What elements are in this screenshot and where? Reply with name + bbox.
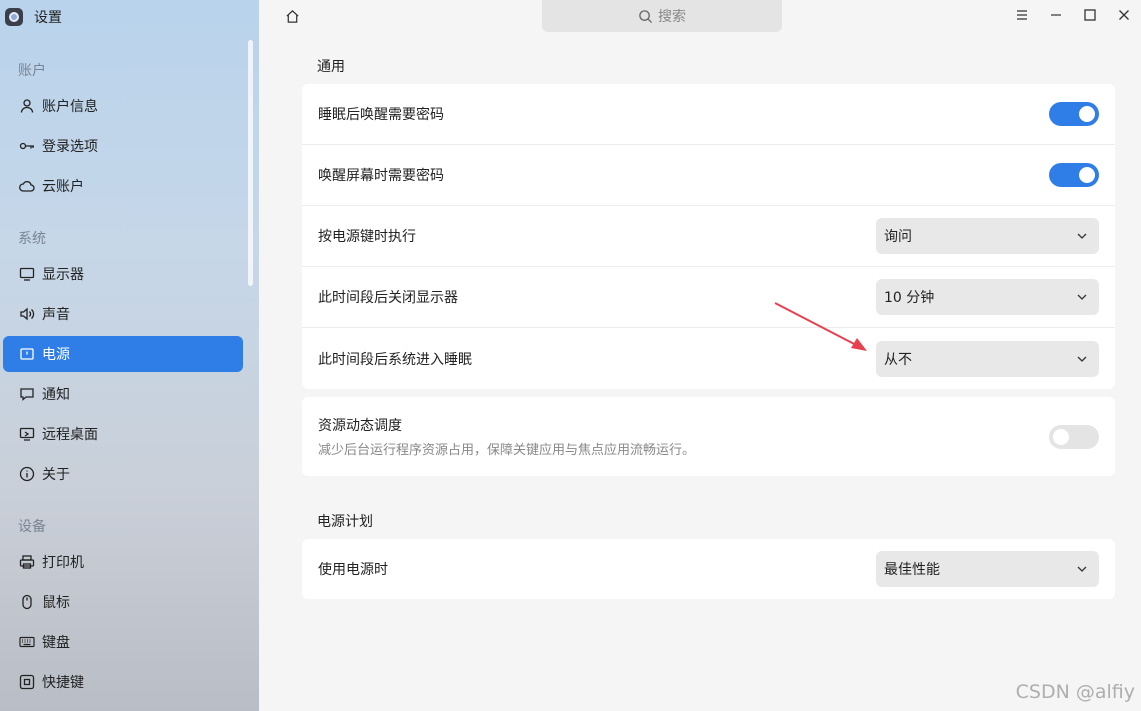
printer-icon (18, 553, 36, 571)
shortcut-icon (18, 673, 36, 691)
sidebar-item-label: 云账户 (42, 179, 84, 195)
settings-app-icon (5, 8, 23, 26)
sidebar-item-printer[interactable]: 打印机 (3, 544, 243, 580)
sidebar-item-sound[interactable]: 声音 (3, 296, 243, 332)
sidebar-item-label: 打印机 (42, 555, 84, 571)
select-value: 最佳性能 (884, 562, 940, 578)
sidebar-item-label: 键盘 (42, 635, 70, 651)
sidebar-item-login-options[interactable]: 登录选项 (3, 128, 243, 164)
setting-label: 睡眠后唤醒需要密码 (318, 107, 444, 123)
power-icon (18, 345, 36, 363)
app-header: 设置 (0, 0, 259, 34)
setting-row-sleep: 此时间段后系统进入睡眠 从不 (302, 328, 1115, 389)
group-title-general: 通用 (317, 59, 345, 75)
maximize-icon (1084, 9, 1096, 21)
chevron-down-icon (1077, 294, 1087, 300)
setting-label: 此时间段后系统进入睡眠 (318, 351, 472, 368)
info-icon (18, 465, 36, 483)
sidebar-item-label: 登录选项 (42, 139, 98, 155)
group-title-power-plan: 电源计划 (317, 514, 373, 530)
menu-button[interactable] (1005, 0, 1039, 30)
sidebar-item-remote-desktop[interactable]: 远程桌面 (3, 416, 243, 452)
setting-label: 唤醒屏幕时需要密码 (318, 168, 444, 184)
sidebar-item-label: 账户信息 (42, 99, 98, 115)
setting-row-power-plan: 使用电源时 最佳性能 (302, 539, 1115, 599)
sidebar: 设置 账户 账户信息 登录选项 云账户 系统 显示器 声音 电源 通知 远程桌面… (0, 0, 259, 711)
setting-label: 按电源键时执行 (318, 229, 416, 245)
setting-label: 此时间段后关闭显示器 (318, 290, 458, 306)
mouse-icon (18, 593, 36, 611)
wake-password-toggle[interactable] (1049, 102, 1099, 126)
power-button-action-select[interactable]: 询问 (876, 218, 1099, 254)
sidebar-item-label: 远程桌面 (42, 427, 98, 443)
speaker-icon (18, 305, 36, 323)
sidebar-item-label: 通知 (42, 387, 70, 403)
chevron-down-icon (1077, 356, 1087, 362)
section-title-devices: 设备 (18, 519, 46, 535)
close-button[interactable] (1107, 0, 1141, 30)
menu-icon (1017, 10, 1027, 20)
setting-label: 使用电源时 (318, 562, 388, 578)
maximize-button[interactable] (1073, 0, 1107, 30)
sidebar-item-label: 鼠标 (42, 595, 70, 611)
power-plan-select[interactable]: 最佳性能 (876, 551, 1099, 587)
search-input[interactable]: 搜索 (542, 0, 782, 32)
keyboard-icon (18, 633, 36, 651)
sidebar-item-notifications[interactable]: 通知 (3, 376, 243, 412)
chevron-down-icon (1077, 566, 1087, 572)
section-title-account: 账户 (18, 63, 46, 79)
sidebar-item-label: 快捷键 (42, 675, 84, 691)
power-plan-card: 使用电源时 最佳性能 (302, 539, 1115, 599)
sidebar-item-about[interactable]: 关于 (3, 456, 243, 492)
select-value: 从不 (884, 351, 912, 368)
sidebar-item-mouse[interactable]: 鼠标 (3, 584, 243, 620)
sidebar-item-account-info[interactable]: 账户信息 (3, 88, 243, 124)
message-icon (18, 385, 36, 403)
minimize-button[interactable] (1039, 0, 1073, 30)
remote-desktop-icon (18, 425, 36, 443)
monitor-icon (18, 265, 36, 283)
sidebar-item-cloud-account[interactable]: 云账户 (3, 168, 243, 204)
sidebar-item-label: 电源 (42, 347, 70, 363)
sidebar-scrollbar[interactable] (248, 40, 253, 286)
setting-row-resource-scheduling: 资源动态调度 减少后台运行程序资源占用，保障关键应用与焦点应用流畅运行。 (302, 397, 1115, 476)
resource-scheduling-toggle[interactable] (1049, 424, 1099, 449)
screen-wake-password-toggle[interactable] (1049, 163, 1099, 187)
home-icon (285, 9, 299, 23)
sidebar-item-display[interactable]: 显示器 (3, 256, 243, 292)
window-controls (1005, 0, 1141, 30)
sidebar-item-shortcuts[interactable]: 快捷键 (3, 664, 243, 700)
home-button[interactable] (282, 6, 302, 26)
display-off-select[interactable]: 10 分钟 (876, 279, 1099, 315)
sleep-select[interactable]: 从不 (876, 340, 1099, 377)
sidebar-item-keyboard[interactable]: 键盘 (3, 624, 243, 660)
section-title-system: 系统 (18, 231, 46, 247)
sidebar-item-label: 关于 (42, 467, 70, 483)
main-panel: 搜索 通用 睡眠后唤醒需要密码 唤醒屏幕时需要密码 按电源键时执行 询问 此时间… (259, 0, 1141, 711)
minimize-icon (1051, 14, 1061, 16)
setting-label: 资源动态调度 (318, 418, 402, 434)
key-icon (18, 137, 36, 155)
select-value: 询问 (884, 229, 912, 245)
user-icon (18, 97, 36, 115)
setting-row-power-button: 按电源键时执行 询问 (302, 206, 1115, 267)
resource-card: 资源动态调度 减少后台运行程序资源占用，保障关键应用与焦点应用流畅运行。 (302, 397, 1115, 476)
setting-row-display-off: 此时间段后关闭显示器 10 分钟 (302, 267, 1115, 328)
sidebar-item-label: 显示器 (42, 267, 84, 283)
watermark: CSDN @alfiy (1015, 681, 1135, 703)
sidebar-item-label: 声音 (42, 307, 70, 323)
cloud-icon (18, 177, 36, 195)
setting-row-wake-password: 睡眠后唤醒需要密码 (302, 84, 1115, 145)
general-card: 睡眠后唤醒需要密码 唤醒屏幕时需要密码 按电源键时执行 询问 此时间段后关闭显示… (302, 84, 1115, 389)
select-value: 10 分钟 (884, 290, 935, 306)
search-icon (639, 9, 653, 23)
close-icon (1119, 10, 1129, 20)
setting-row-screen-wake-password: 唤醒屏幕时需要密码 (302, 145, 1115, 206)
setting-description: 减少后台运行程序资源占用，保障关键应用与焦点应用流畅运行。 (318, 443, 696, 458)
sidebar-item-power[interactable]: 电源 (3, 336, 243, 372)
chevron-down-icon (1077, 233, 1087, 239)
app-title: 设置 (34, 10, 62, 26)
search-placeholder: 搜索 (658, 9, 686, 25)
